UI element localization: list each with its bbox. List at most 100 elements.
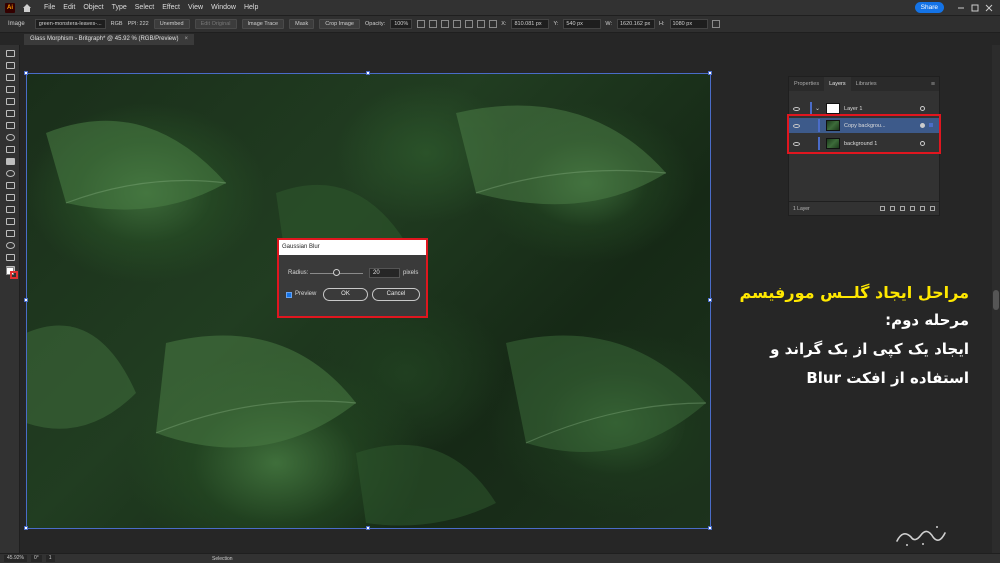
symbol-sprayer-tool-icon[interactable] [6,206,15,213]
new-layer-icon[interactable] [920,206,925,211]
image-trace-button[interactable]: Image Trace [241,19,285,29]
w-input[interactable]: 1620.162 px [617,19,655,29]
stroke-swatch[interactable] [10,271,18,279]
radius-input[interactable]: 20 [369,268,400,278]
toolbox [0,45,20,553]
eraser-tool-icon[interactable] [6,158,15,165]
edit-original-button[interactable]: Edit Original [194,19,237,29]
y-label: Y: [553,21,559,27]
document-tab[interactable]: Glass Morphism - Britgraph* @ 45.92 % (R… [24,34,194,45]
resize-handle-bottom-right[interactable] [708,526,712,530]
linked-file-name[interactable]: green-monstera-leaves-... [34,19,106,29]
paintbrush-tool-icon[interactable] [6,110,15,117]
radius-unit-label: pixels [403,270,419,276]
align-right-icon[interactable] [441,20,450,28]
x-label: X: [501,21,507,27]
selection-tool-icon[interactable] [6,50,15,57]
tab-properties[interactable]: Properties [789,77,824,91]
curvature-tool-icon[interactable] [6,86,15,93]
resize-handle-bottom-left[interactable] [24,526,28,530]
share-button[interactable]: Share [914,2,944,13]
caption-line: مرحله دوم: [885,311,969,329]
resize-handle-middle-right[interactable] [708,298,712,302]
artboard-tool-icon[interactable] [6,230,15,237]
preview-checkbox[interactable] [286,292,292,298]
shape-builder-tool-icon[interactable] [6,170,15,177]
caption-title: مراحل ایجاد گلــس مورفیسم [739,283,969,302]
unembed-button[interactable]: Unembed [153,19,190,29]
align-top-icon[interactable] [453,20,462,28]
free-transform-tool-icon[interactable] [6,194,15,201]
expand-chevron-icon[interactable]: ⌄ [815,105,820,112]
hand-tool-icon[interactable] [6,254,15,261]
radius-slider-thumb[interactable] [333,269,340,276]
scrollbar-thumb[interactable] [993,290,999,310]
ok-button[interactable]: OK [323,288,368,301]
scale-tool-icon[interactable] [6,146,15,153]
rotation-angle[interactable]: 0° [30,555,42,562]
maximize-icon[interactable] [970,3,980,13]
target-icon[interactable] [920,106,925,111]
h-label: H: [659,21,665,27]
close-icon[interactable] [984,3,994,13]
opacity-label: Opacity: [365,21,386,27]
tab-layers[interactable]: Layers [824,77,851,91]
watermark-logo [896,526,946,546]
align-left-icon[interactable] [417,20,426,28]
menu-file[interactable]: File [44,4,55,11]
illustrator-logo-icon: Ai [5,2,15,13]
menu-help[interactable]: Help [244,4,258,11]
menu-edit[interactable]: Edit [63,4,75,11]
home-icon[interactable] [22,3,32,13]
resize-handle-top-center[interactable] [366,71,370,75]
type-tool-icon[interactable] [6,122,15,129]
mask-button[interactable]: Mask [289,19,315,29]
crop-image-button[interactable]: Crop Image [319,19,360,29]
document-tab-title: Glass Morphism - Britgraph* @ 45.92 % (R… [30,36,179,42]
caption-line: استفاده از افکت Blur [806,369,969,387]
y-input[interactable]: 540 px [563,19,602,29]
menu-effect[interactable]: Effect [162,4,180,11]
w-label: W: [605,21,612,27]
menu-view[interactable]: View [188,4,203,11]
cancel-button[interactable]: Cancel [372,288,420,301]
export-icon[interactable] [880,206,885,211]
tab-close-icon[interactable]: × [184,34,188,45]
visibility-eye-icon[interactable] [793,106,800,111]
x-input[interactable]: 810.081 px [511,19,550,29]
resize-handle-top-left[interactable] [24,71,28,75]
zoom-level[interactable]: 45.92% [4,555,27,562]
resize-handle-bottom-center[interactable] [366,526,370,530]
graph-tool-icon[interactable] [6,218,15,225]
preview-label: Preview [295,291,317,297]
width-tool-icon[interactable] [6,182,15,189]
direct-selection-tool-icon[interactable] [6,62,15,69]
zoom-tool-icon[interactable] [6,242,15,249]
artboard-number[interactable]: 1 [45,555,55,562]
tab-libraries[interactable]: Libraries [851,77,882,91]
resize-handle-middle-left[interactable] [24,298,28,302]
more-options-icon[interactable] [711,20,720,28]
menu-type[interactable]: Type [112,4,127,11]
clipping-mask-icon[interactable] [900,206,905,211]
minimize-icon[interactable] [956,3,966,13]
align-middle-icon[interactable] [465,20,474,28]
menu-select[interactable]: Select [135,4,154,11]
layer-name[interactable]: Layer 1 [844,106,862,112]
menu-window[interactable]: Window [211,4,236,11]
rotate-tool-icon[interactable] [6,134,15,141]
selection-type-label: Image [8,21,25,27]
align-center-icon[interactable] [429,20,438,28]
delete-icon[interactable] [930,206,935,211]
transform-icon[interactable] [489,20,498,28]
pen-tool-icon[interactable] [6,74,15,81]
panel-menu-icon[interactable]: ≡ [931,81,935,88]
align-bottom-icon[interactable] [477,20,486,28]
new-sublayer-icon[interactable] [910,206,915,211]
opacity-input[interactable]: 100% [390,19,413,29]
menu-object[interactable]: Object [83,4,103,11]
h-input[interactable]: 1080 px [669,19,708,29]
resize-handle-top-right[interactable] [708,71,712,75]
rectangle-tool-icon[interactable] [6,98,15,105]
locate-object-icon[interactable] [890,206,895,211]
